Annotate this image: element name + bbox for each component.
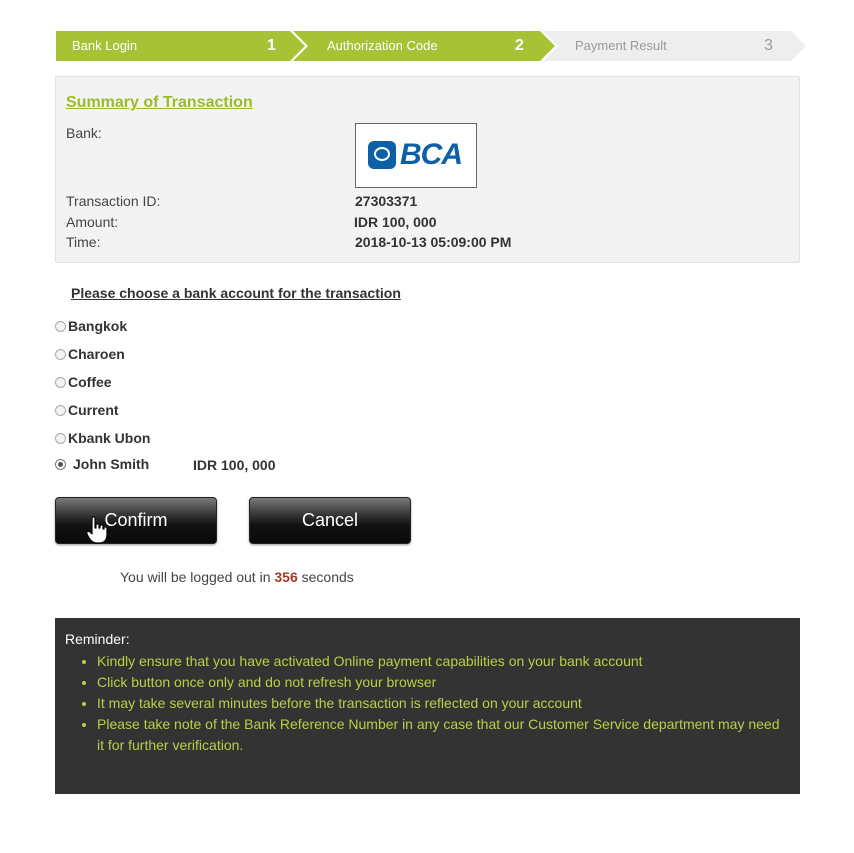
- step-label: Payment Result: [575, 38, 667, 53]
- account-chooser-title: Please choose a bank account for the tra…: [71, 285, 401, 301]
- transaction-summary: Summary of Transaction Bank: BCA Transac…: [55, 76, 800, 263]
- step-label: Authorization Code: [327, 38, 438, 53]
- reminder-panel: Reminder: Kindly ensure that you have ac…: [55, 618, 800, 794]
- bank-logo: BCA: [355, 123, 477, 188]
- account-option-bangkok[interactable]: Bangkok: [55, 318, 127, 334]
- account-name: Bangkok: [68, 318, 128, 334]
- reminder-item: Please take note of the Bank Reference N…: [97, 714, 787, 756]
- cancel-button-label: Cancel: [301, 510, 359, 530]
- time-label: Time:: [66, 234, 101, 250]
- radio-button[interactable]: [55, 348, 66, 360]
- step-number: 1: [267, 37, 276, 54]
- confirm-button-label: Confirm: [104, 510, 168, 530]
- bank-logo-text: BCA: [400, 138, 463, 171]
- reminder-item: It may take several minutes before the t…: [97, 693, 787, 714]
- radio-button-selected[interactable]: [55, 458, 66, 470]
- account-name: Charoen: [68, 346, 125, 362]
- summary-title: Summary of Transaction: [66, 94, 253, 111]
- reminder-list: Kindly ensure that you have activated On…: [65, 651, 787, 756]
- account-name: Coffee: [68, 374, 112, 390]
- radio-button[interactable]: [55, 432, 66, 444]
- progress-steps: Bank Login 1 Authorization Code 2 Paymen…: [56, 31, 806, 61]
- transaction-id-value: 27303371: [355, 193, 418, 209]
- account-option-john-smith[interactable]: John Smith: [55, 456, 149, 472]
- step-number: 2: [515, 37, 524, 54]
- bank-label: Bank:: [66, 125, 102, 141]
- account-name: John Smith: [73, 456, 150, 472]
- radio-button[interactable]: [55, 404, 66, 416]
- account-option-coffee[interactable]: Coffee: [55, 374, 112, 390]
- cancel-button[interactable]: Cancel: [249, 497, 411, 544]
- step-number: 3: [764, 37, 773, 54]
- account-option-charoen[interactable]: Charoen: [55, 346, 125, 362]
- amount-label: Amount:: [66, 214, 119, 230]
- bca-emblem-icon: [368, 141, 396, 169]
- reminder-item: Kindly ensure that you have activated On…: [97, 651, 787, 672]
- radio-button[interactable]: [55, 320, 66, 332]
- logout-prefix: You will be logged out in: [120, 569, 271, 585]
- step-label: Bank Login: [72, 38, 138, 53]
- reminder-title: Reminder:: [65, 631, 130, 647]
- logout-countdown: You will be logged out in 356 seconds: [120, 569, 354, 585]
- hand-cursor-icon: [86, 516, 108, 544]
- transaction-id-label: Transaction ID:: [66, 193, 161, 209]
- logout-suffix: seconds: [301, 569, 354, 585]
- account-name: Kbank Ubon: [68, 430, 151, 446]
- radio-button[interactable]: [55, 376, 66, 388]
- account-option-current[interactable]: Current: [55, 402, 119, 418]
- time-value: 2018-10-13 05:09:00 PM: [355, 234, 512, 250]
- account-option-kbank-ubon[interactable]: Kbank Ubon: [55, 430, 150, 446]
- amount-value: IDR 100, 000: [354, 214, 437, 230]
- selected-account-amount: IDR 100, 000: [193, 457, 276, 473]
- reminder-item: Click button once only and do not refres…: [97, 672, 787, 693]
- logout-seconds: 356: [274, 569, 298, 585]
- confirm-button[interactable]: Confirm: [55, 497, 217, 544]
- account-name: Current: [68, 402, 119, 418]
